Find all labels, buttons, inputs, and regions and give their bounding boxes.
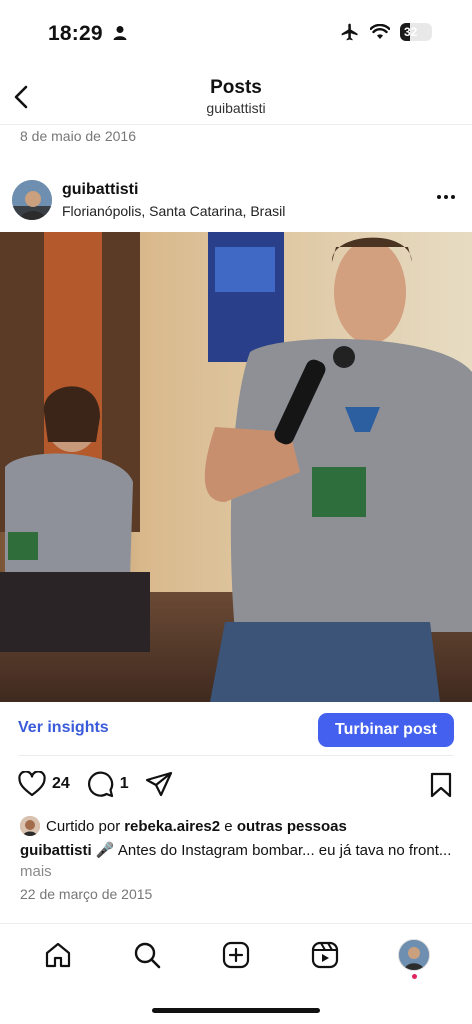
avatar-image (12, 180, 52, 220)
status-indicators: 32 (340, 22, 432, 42)
tab-home[interactable] (38, 935, 78, 975)
post-caption: guibattisti 🎤 Antes do Instagram bombar.… (20, 840, 460, 882)
airplane-icon (341, 23, 358, 41)
bottom-tab-bar (0, 935, 472, 979)
post-photo[interactable] (0, 232, 472, 702)
home-icon (46, 942, 71, 968)
bookmark-icon[interactable] (430, 772, 452, 798)
status-time: 18:29 (48, 22, 127, 46)
share-icon[interactable] (145, 771, 173, 797)
search-icon (134, 942, 161, 969)
insights-divider (18, 755, 454, 756)
tab-profile[interactable] (394, 935, 434, 979)
post-username[interactable]: guibattisti (62, 181, 138, 199)
person-icon (113, 26, 127, 40)
liked-by-others[interactable]: outras pessoas (237, 818, 347, 835)
page-subtitle: guibattisti (206, 100, 266, 116)
create-icon (222, 941, 250, 969)
post-actions: 24 1 (18, 770, 173, 798)
tab-create[interactable] (216, 935, 256, 975)
liked-by-prefix: Curtido por (46, 817, 121, 835)
previous-post-date: 8 de maio de 2016 (20, 128, 136, 144)
home-indicator (152, 1008, 320, 1013)
page-title: Posts (210, 77, 262, 98)
comments-count[interactable]: 1 (120, 775, 129, 793)
post-date: 22 de março de 2015 (20, 886, 153, 902)
likes-count[interactable]: 24 (52, 775, 70, 793)
tabbar-divider (0, 923, 472, 924)
boost-post-button[interactable]: Turbinar post (318, 713, 454, 747)
reels-icon (311, 941, 338, 969)
caption-text: 🎤 Antes do Instagram bombar... eu já tav… (91, 842, 452, 859)
post-photo-illustration (0, 232, 472, 702)
liked-by[interactable]: Curtido por rebeka.aires2 e outras pesso… (20, 816, 347, 836)
liked-by-mid: e (220, 817, 237, 835)
notification-dot (411, 974, 417, 979)
comment-icon[interactable] (86, 770, 114, 798)
liked-by-user[interactable]: rebeka.aires2 (124, 818, 220, 835)
heart-icon[interactable] (18, 771, 46, 797)
battery-indicator: 32 (400, 23, 432, 41)
caption-username[interactable]: guibattisti (20, 842, 92, 859)
profile-avatar (397, 939, 430, 971)
tab-reels[interactable] (305, 935, 345, 975)
liked-by-avatar (20, 816, 40, 836)
battery-level: 32 (404, 25, 418, 39)
avatar[interactable] (12, 180, 52, 220)
post-location[interactable]: Florianópolis, Santa Catarina, Brasil (62, 203, 285, 219)
more-icon[interactable] (436, 192, 456, 202)
tab-search[interactable] (127, 935, 167, 975)
status-time-text: 18:29 (48, 22, 103, 45)
wifi-icon (370, 24, 390, 39)
caption-more-link[interactable]: mais (20, 863, 52, 880)
header-divider (0, 124, 472, 125)
view-insights-link[interactable]: Ver insights (18, 719, 109, 737)
